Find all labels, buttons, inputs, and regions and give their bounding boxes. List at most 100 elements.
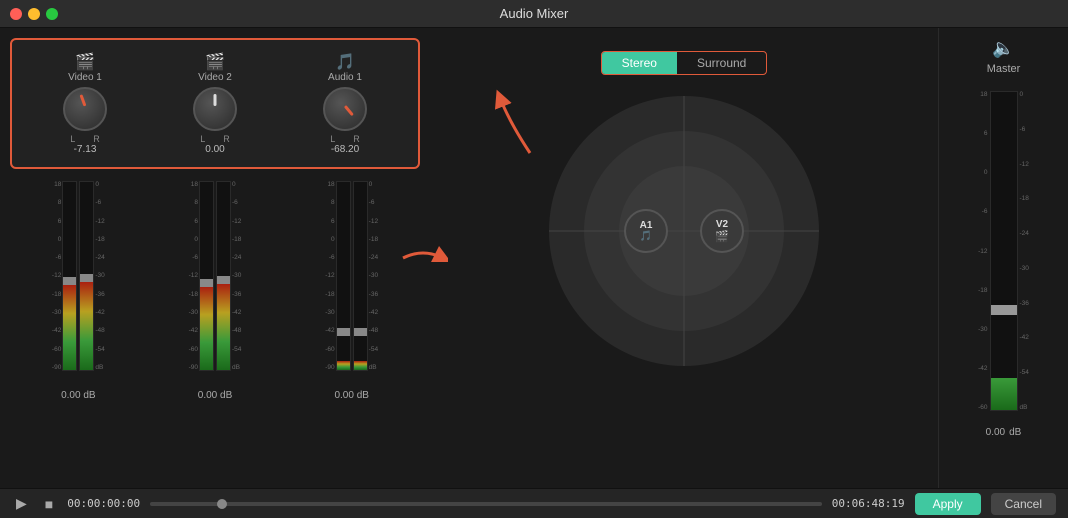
master-vu-area: 18 6 0 -6 -12 -18 -30 -42 -60 0 -6 <box>976 83 1032 423</box>
fullscreen-traffic-light[interactable] <box>46 8 58 20</box>
ch2-bar-left[interactable] <box>199 181 214 371</box>
node-a1-label: A1 <box>640 220 653 231</box>
master-slider-handle[interactable] <box>990 305 1018 315</box>
channel-bottom-values: 0.00 dB 0.00 dB 0.00 dB <box>10 390 420 401</box>
audio1-lr: LR <box>330 134 360 144</box>
stereo-button[interactable]: Stereo <box>602 52 677 74</box>
ch1-bottom-val: 0.00 <box>61 390 80 401</box>
ch3-scale-left: 18860-6-12-18-30-42-60-90 <box>322 181 336 371</box>
ch3-level-right <box>354 361 367 370</box>
mode-toggle: Stereo Surround <box>601 51 768 75</box>
master-label: Master <box>987 63 1021 75</box>
video2-db: 0.00 <box>205 144 224 155</box>
video2-knob[interactable] <box>193 87 237 131</box>
audio1-label: Audio 1 <box>328 72 362 83</box>
master-panel: 🔈 Master 18 6 0 -6 -12 -18 -30 -42 -60 <box>938 28 1068 488</box>
ch2-scale-left: 18860-6-12-18-30-42-60-90 <box>185 181 199 371</box>
surround-node-a1[interactable]: A1 🎵 <box>624 209 668 253</box>
video1-icon: 🎬 <box>75 52 95 72</box>
video1-knob-indicator <box>79 94 86 106</box>
video2-lr: LR <box>200 134 230 144</box>
video2-knob-indicator <box>214 94 217 106</box>
stop-button[interactable]: ■ <box>41 496 57 512</box>
ch3-bottom: 0.00 dB <box>283 390 420 401</box>
video1-lr: LR <box>70 134 100 144</box>
channel-audio1: 🎵 Audio 1 LR -68.20 <box>280 48 410 159</box>
ch2-handle-left[interactable] <box>199 279 214 287</box>
play-button[interactable]: ▶ <box>12 495 31 512</box>
ch2-level-left <box>200 287 213 370</box>
center-panel: Stereo Surround A1 🎵 V2 🎬 <box>430 28 938 488</box>
ch1-scale-left: 18860-6-12-18-30-42-60-90 <box>48 181 62 371</box>
titlebar: Audio Mixer <box>0 0 1068 28</box>
node-v2-label: V2 <box>716 219 728 230</box>
master-bottom-val: 0.00 <box>986 427 1005 438</box>
ch3-bars <box>336 173 368 371</box>
node-a1-icon: 🎵 <box>640 231 652 242</box>
ch3-bar-right[interactable] <box>353 181 368 371</box>
ch1-scale-right: 0-6-12-18-24-30-36-42-48-54dB <box>94 181 108 371</box>
ch2-handle-right[interactable] <box>216 276 231 284</box>
channel-video1: 🎬 Video 1 LR -7.13 <box>20 48 150 159</box>
ch1-bottom: 0.00 dB <box>10 390 147 401</box>
vu-meters-section: 18860-6-12-18-30-42-60-90 0-6-12-18-24-3… <box>10 173 420 388</box>
ch2-level-right <box>217 284 230 370</box>
ch3-handle-right[interactable] <box>353 328 368 336</box>
close-traffic-light[interactable] <box>10 8 22 20</box>
ch1-level-left <box>63 285 76 370</box>
bottom-bar: ▶ ■ 00:00:00:00 00:06:48:19 Apply Cancel <box>0 488 1068 518</box>
master-bar[interactable] <box>990 91 1018 411</box>
ch3-bottom-val: 0.00 <box>334 390 353 401</box>
ch3-meter-group: 18860-6-12-18-30-42-60-90 0-6-12-18-24-3… <box>283 173 420 388</box>
ch3-handle-left[interactable] <box>336 328 351 336</box>
timeline-playhead[interactable] <box>217 499 227 509</box>
minimize-traffic-light[interactable] <box>28 8 40 20</box>
ch1-bar-left[interactable] <box>62 181 77 371</box>
timecode-right-display: 00:06:48:19 <box>832 497 905 510</box>
video2-label: Video 2 <box>198 72 232 83</box>
audio1-knob[interactable] <box>323 87 367 131</box>
ch2-bar-right[interactable] <box>216 181 231 371</box>
ch1-handle-left[interactable] <box>62 277 77 285</box>
ch1-meter-group: 18860-6-12-18-30-42-60-90 0-6-12-18-24-3… <box>10 173 147 388</box>
cancel-button[interactable]: Cancel <box>991 493 1056 515</box>
ch3-level-left <box>337 361 350 370</box>
ch1-bar-right[interactable] <box>79 181 94 371</box>
arrow-to-surround <box>398 238 448 278</box>
surround-button[interactable]: Surround <box>677 52 766 74</box>
ch3-bar-left[interactable] <box>336 181 351 371</box>
surround-visual: A1 🎵 V2 🎬 <box>544 91 824 371</box>
left-panel: 🎬 Video 1 LR -7.13 🎬 Video 2 <box>0 28 430 488</box>
audio1-icon: 🎵 <box>335 52 355 72</box>
app-title: Audio Mixer <box>500 6 569 21</box>
traffic-lights <box>10 8 58 20</box>
video1-knob[interactable] <box>63 87 107 131</box>
ch1-handle-right[interactable] <box>79 274 94 282</box>
master-scale-left: 18 6 0 -6 -12 -18 -30 -42 -60 <box>976 91 990 411</box>
ch2-meter-group: 18860-6-12-18-30-42-60-90 0-6-12-18-24-3… <box>147 173 284 388</box>
master-speaker-icon: 🔈 <box>992 38 1014 59</box>
audio1-db: -68.20 <box>331 144 359 155</box>
ch2-bottom: 0.00 dB <box>147 390 284 401</box>
main-content: 🎬 Video 1 LR -7.13 🎬 Video 2 <box>0 28 1068 488</box>
master-bottom: 0.00 dB <box>986 427 1022 438</box>
apply-button[interactable]: Apply <box>915 493 981 515</box>
channel-video2: 🎬 Video 2 LR 0.00 <box>150 48 280 159</box>
video1-label: Video 1 <box>68 72 102 83</box>
timecode-display: 00:00:00:00 <box>67 497 140 510</box>
master-bars <box>990 83 1018 411</box>
ch1-level-right <box>80 282 93 370</box>
timeline[interactable] <box>150 502 822 506</box>
ch2-bottom-unit: dB <box>220 390 232 401</box>
surround-vline <box>684 96 685 366</box>
ch3-bottom-unit: dB <box>357 390 369 401</box>
ch1-bottom-unit: dB <box>83 390 95 401</box>
node-v2-icon: 🎬 <box>715 230 729 243</box>
master-bar-fill <box>991 378 1017 410</box>
surround-node-v2[interactable]: V2 🎬 <box>700 209 744 253</box>
master-bottom-unit: dB <box>1009 427 1021 438</box>
ch3-scale-right: 0-6-12-18-24-30-36-42-48-54dB <box>368 181 382 371</box>
ch2-bars <box>199 173 231 371</box>
video2-icon: 🎬 <box>205 52 225 72</box>
master-scale-right: 0 -6 -12 -18 -24 -30 -36 -42 -54 dB <box>1018 91 1032 411</box>
